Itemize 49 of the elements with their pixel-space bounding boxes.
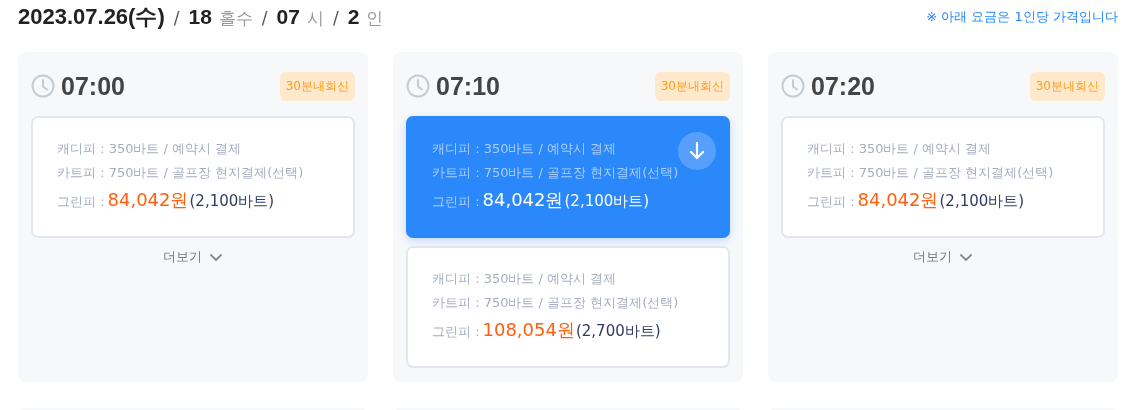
baht-text: (2,100바트) (939, 192, 1025, 211)
caddie-fee-text: 캐디피 : 350바트 / 예약시 결제 (807, 140, 992, 158)
price-option-card[interactable]: 캐디피 : 350바트 / 예약시 결제 카트피 : 750바트 / 골프장 현지결제(선택) 그린피 : 84,042원(2,100바트) (31, 116, 355, 238)
reply-badge: 30분내회신 (1029, 71, 1105, 101)
price-text: 84,042원 (482, 188, 564, 212)
value-text: 07 (276, 5, 300, 29)
value-text: 2 (347, 5, 360, 29)
price-option-card[interactable]: 캐디피 : 350바트 / 예약시 결제 카트피 : 750바트 / 골프장 현지결제(선택) 그린피 : 108,054원(2,700바트) (406, 246, 730, 368)
cart-fee-text: 카트피 : 750바트 / 골프장 현지결제(선택) (432, 294, 679, 312)
price-notice: ※ 아래 요금은 1인당 가격입니다 (926, 8, 1119, 26)
tee-time: 07:10 (436, 71, 500, 101)
chevron-down-icon (959, 252, 973, 262)
baht-text: (2,100바트) (564, 192, 650, 211)
clock-icon (31, 74, 55, 98)
tee-time: 07:20 (811, 71, 875, 101)
clock-icon (406, 74, 430, 98)
unit-text: 시 (306, 7, 324, 30)
fee-label: 그린피 : (57, 193, 105, 211)
chevron-down-icon (209, 252, 223, 262)
reply-badge: 30분내회신 (279, 71, 355, 101)
download-button[interactable] (678, 132, 716, 170)
value-text: 18 (188, 5, 212, 29)
fee-label: 그린피 : (807, 193, 855, 211)
price-text: 84,042원 (107, 188, 189, 212)
cart-fee-text: 카트피 : 750바트 / 골프장 현지결제(선택) (807, 164, 1054, 182)
cart-fee-text: 카트피 : 750바트 / 골프장 현지결제(선택) (432, 164, 679, 182)
separator-text: / (332, 8, 339, 28)
cart-fee-text: 카트피 : 750바트 / 골프장 현지결제(선택) (57, 164, 304, 182)
separator-text: / (261, 8, 268, 28)
price-option-card[interactable]: 캐디피 : 350바트 / 예약시 결제 카트피 : 750바트 / 골프장 현지결제(선택) 그린피 : 84,042원(2,100바트) (781, 116, 1105, 238)
baht-text: (2,700바트) (575, 322, 661, 341)
caddie-fee-text: 캐디피 : 350바트 / 예약시 결제 (432, 140, 617, 158)
price-text: 84,042원 (857, 188, 939, 212)
separator-text: / (173, 8, 180, 28)
tee-time: 07:00 (61, 71, 125, 101)
unit-text: 홀수 (218, 7, 253, 30)
caddie-fee-text: 캐디피 : 350바트 / 예약시 결제 (57, 140, 242, 158)
baht-text: (2,100바트) (189, 192, 275, 211)
more-button[interactable]: 더보기 (159, 246, 227, 268)
date-text: 2023.07.26(수) (18, 3, 165, 31)
fee-label: 그린피 : (432, 323, 480, 341)
down-arrow-icon (689, 142, 705, 160)
caddie-fee-text: 캐디피 : 350바트 / 예약시 결제 (432, 270, 617, 288)
price-text: 108,054원 (482, 318, 575, 342)
clock-icon (781, 74, 805, 98)
unit-text: 인 (366, 7, 384, 30)
more-button[interactable]: 더보기 (909, 246, 977, 268)
reply-badge: 30분내회신 (654, 71, 730, 101)
fee-label: 그린피 : (432, 193, 480, 211)
